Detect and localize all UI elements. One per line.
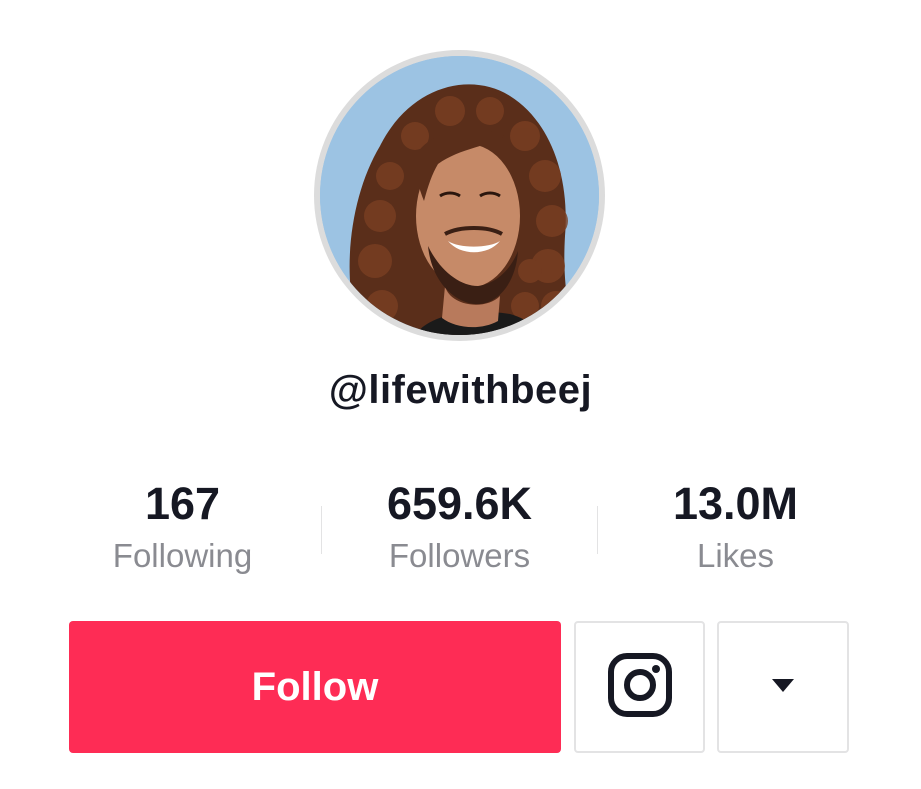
likes-label: Likes — [696, 537, 775, 574]
instagram-button[interactable] — [574, 621, 705, 753]
followers-count: 659.6K — [386, 478, 533, 529]
profile-stats: 167 Following 659.6K Followers 13.0M Lik… — [44, 472, 874, 582]
avatar[interactable] — [314, 50, 605, 341]
instagram-icon — [607, 652, 673, 723]
stat-following[interactable]: 167 Following — [44, 472, 321, 580]
username: @lifewithbeej — [328, 368, 593, 412]
followers-label: Followers — [388, 537, 531, 574]
follow-button[interactable]: Follow — [69, 621, 561, 753]
caret-down-icon — [771, 677, 795, 698]
following-label: Following — [112, 537, 253, 574]
likes-count: 13.0M — [672, 478, 799, 529]
avatar-image — [320, 56, 599, 335]
following-count: 167 — [144, 478, 221, 529]
more-options-button[interactable] — [717, 621, 849, 753]
stat-likes: 13.0M Likes — [597, 472, 874, 580]
stat-followers[interactable]: 659.6K Followers — [321, 472, 598, 580]
